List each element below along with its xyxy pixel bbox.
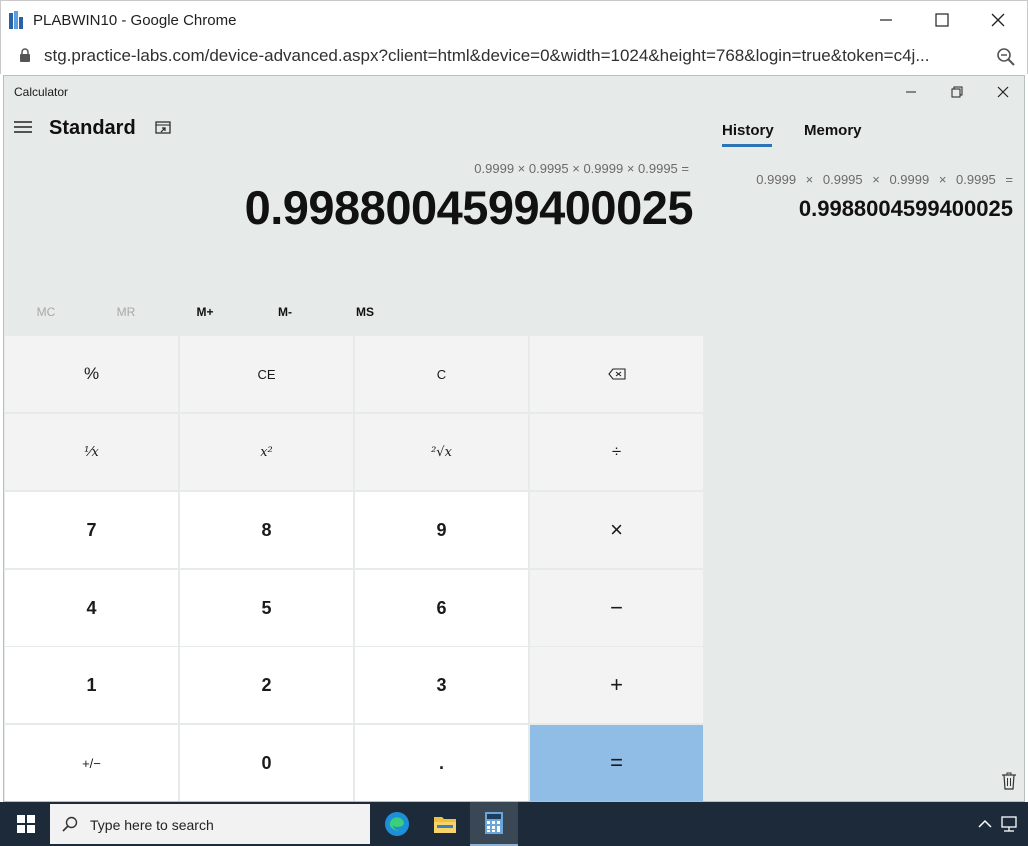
digit-7-button[interactable]: 7	[5, 492, 178, 568]
keep-on-top-icon[interactable]	[155, 120, 171, 136]
add-button[interactable]: +	[530, 647, 703, 723]
digit-3-button[interactable]: 3	[355, 647, 528, 723]
edge-icon	[385, 812, 409, 836]
reciprocal-button[interactable]: ⅟x	[5, 414, 178, 490]
history-pane: History Memory 0.9999 × 0.9995 × 0.9999 …	[704, 108, 1025, 802]
calc-minimize-button[interactable]	[888, 76, 934, 108]
memory-recall-button[interactable]: MR	[86, 298, 166, 326]
minimize-button[interactable]	[857, 1, 915, 39]
taskbar-search-box[interactable]: Type here to search	[50, 804, 370, 844]
tab-history-underline	[722, 144, 772, 147]
digit-0-button[interactable]: 0	[180, 725, 353, 801]
hamburger-menu-icon[interactable]	[14, 120, 32, 134]
file-explorer-taskbar-button[interactable]	[421, 802, 469, 846]
memory-add-button[interactable]: M+	[165, 298, 245, 326]
address-bar[interactable]: stg.practice-labs.com/device-advanced.as…	[0, 38, 1028, 74]
percent-button[interactable]: %	[5, 336, 178, 412]
digit-5-button[interactable]: 5	[180, 570, 353, 646]
calculator-window: Calculator Standard 0.9999 × 0.9995 × 0.…	[3, 75, 1025, 802]
keypad: % CE C ⅟x x² ²√x ÷ 7 8 9 × 4 5 6 − 1 2 3…	[4, 336, 703, 801]
memory-row: MC MR M+ M- MS	[4, 298, 404, 328]
tab-memory[interactable]: Memory	[804, 122, 862, 139]
windows-start-icon[interactable]	[17, 815, 35, 833]
clear-entry-button[interactable]: CE	[180, 336, 353, 412]
edge-taskbar-button[interactable]	[373, 802, 421, 846]
digit-4-button[interactable]: 4	[5, 570, 178, 646]
browser-title: PLABWIN10 - Google Chrome	[33, 12, 237, 29]
square-root-button[interactable]: ²√x	[355, 414, 528, 490]
maximize-icon	[935, 13, 949, 27]
close-icon	[997, 86, 1009, 98]
history-result[interactable]: 0.9988004599400025	[799, 196, 1013, 222]
practice-labs-logo-icon	[9, 11, 23, 29]
tab-history[interactable]: History	[722, 122, 774, 139]
decimal-button[interactable]: .	[355, 725, 528, 801]
result-display: 0.9988004599400025	[244, 181, 694, 234]
digit-1-button[interactable]: 1	[5, 647, 178, 723]
maximize-button[interactable]	[913, 1, 971, 39]
backspace-icon	[607, 368, 626, 380]
chevron-up-icon[interactable]	[975, 814, 995, 834]
calculator-icon	[485, 812, 503, 834]
memory-store-button[interactable]: MS	[325, 298, 405, 326]
digit-9-button[interactable]: 9	[355, 492, 528, 568]
divide-button[interactable]: ÷	[530, 414, 703, 490]
backspace-button[interactable]	[530, 336, 703, 412]
browser-title-bar: PLABWIN10 - Google Chrome	[0, 0, 1028, 38]
digit-2-button[interactable]: 2	[180, 647, 353, 723]
zoom-icon[interactable]	[996, 47, 1016, 67]
minimize-icon	[906, 91, 916, 93]
digit-6-button[interactable]: 6	[355, 570, 528, 646]
clear-button[interactable]: C	[355, 336, 528, 412]
calculator-title: Calculator	[14, 85, 69, 99]
square-button[interactable]: x²	[180, 414, 353, 490]
calc-close-button[interactable]	[980, 76, 1026, 108]
taskbar: Type here to search	[0, 802, 1028, 846]
folder-icon	[434, 817, 456, 833]
search-placeholder: Type here to search	[90, 817, 214, 833]
calculator-taskbar-button[interactable]	[470, 802, 518, 846]
subtract-button[interactable]: −	[530, 570, 703, 646]
negate-button[interactable]: +/−	[5, 725, 178, 801]
digit-8-button[interactable]: 8	[180, 492, 353, 568]
memory-subtract-button[interactable]: M-	[245, 298, 325, 326]
close-icon	[991, 13, 1005, 27]
memory-clear-button[interactable]: MC	[6, 298, 86, 326]
lock-icon[interactable]	[19, 48, 31, 63]
close-button[interactable]	[969, 1, 1027, 39]
minimize-icon	[880, 19, 892, 21]
network-icon[interactable]	[999, 814, 1019, 834]
equals-button[interactable]: =	[530, 725, 703, 801]
restore-icon	[951, 86, 963, 98]
search-icon	[62, 816, 78, 832]
expression-display: 0.9999 × 0.9995 × 0.9999 × 0.9995 =	[474, 161, 689, 176]
calc-restore-button[interactable]	[934, 76, 980, 108]
multiply-button[interactable]: ×	[530, 492, 703, 568]
mode-title: Standard	[49, 117, 136, 139]
url-text[interactable]: stg.practice-labs.com/device-advanced.as…	[44, 46, 930, 66]
history-expression[interactable]: 0.9999 × 0.9995 × 0.9999 × 0.9995 =	[756, 172, 1013, 187]
trash-icon[interactable]	[1001, 772, 1017, 790]
